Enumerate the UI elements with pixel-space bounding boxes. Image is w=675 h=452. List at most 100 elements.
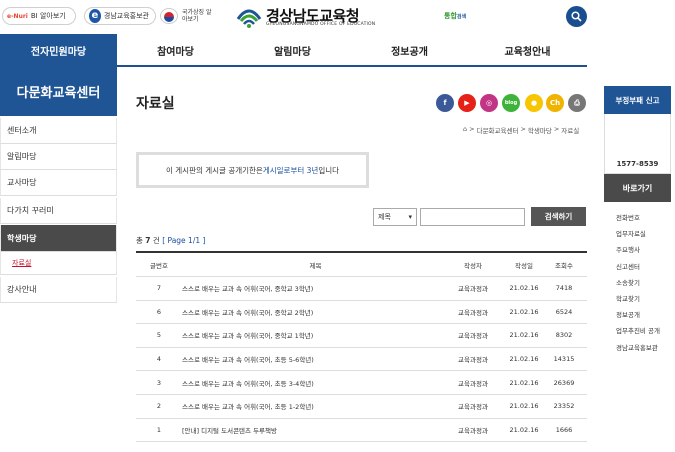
main-nav: 전자민원마당 참여마당 알림마당 정보공개 교육청안내: [0, 34, 587, 67]
table-row[interactable]: 3 스스로 배우는 교과 속 어휘(국어, 초등 3-4학년) 교육과정과 21.02…: [136, 371, 587, 395]
shortcut-link[interactable]: 정보공개: [616, 309, 640, 319]
row-title[interactable]: 스스로 배우는 교과 속 어휘(국어, 중학교 2학년): [182, 301, 313, 324]
row-no: 2: [156, 402, 162, 411]
row-writer: 교육과정과: [458, 356, 488, 365]
blog-icon[interactable]: blog: [502, 94, 520, 112]
report-phone: 1577-8539: [616, 160, 659, 168]
page-info: [ Page 1/1 ]: [162, 236, 206, 245]
side-item-instructor[interactable]: 강사안내: [0, 277, 117, 303]
breadcrumb-sep: >: [469, 125, 475, 133]
table-row[interactable]: 1 [안내] 디지털 도서콘텐츠 두루책방 교육과정과 21.02.16 1666: [136, 419, 587, 443]
table-row[interactable]: 4 스스로 배우는 교과 속 어휘(국어, 초등 5-6학년) 교육과정과 21.02…: [136, 348, 587, 372]
shortcut-link[interactable]: 신고센터: [616, 261, 640, 271]
facebook-icon[interactable]: f: [436, 94, 454, 112]
board-table: 글번호 제목 작성자 작성일 조회수 7 스스로 배우는 교과 속 어휘(국어, …: [136, 251, 587, 443]
shortcut-link[interactable]: 학교찾기: [616, 293, 640, 303]
row-date: 21.02.16: [509, 402, 539, 411]
site-logo[interactable]: 경상남도교육청 GYEONGSANGNAMDO OFFICE OF EDUCAT…: [236, 5, 381, 29]
breadcrumb-sep: >: [520, 125, 526, 133]
integrated-search-label-a: 통합: [444, 12, 457, 20]
col-writer-header: 작성자: [464, 261, 482, 270]
row-date: 21.02.16: [509, 307, 539, 316]
row-date: 21.02.16: [509, 331, 539, 340]
promo-hall-label: 경남교육홍보관: [103, 12, 149, 20]
side-item-teacher[interactable]: 교사마당: [0, 170, 117, 196]
home-icon[interactable]: ⌂: [463, 125, 467, 135]
shortcut-link[interactable]: 주요행사: [616, 244, 640, 254]
search-input[interactable]: [420, 208, 525, 226]
table-header: 글번호 제목 작성자 작성일 조회수: [136, 253, 587, 277]
row-writer: 교육과정과: [458, 308, 488, 317]
nav-notice[interactable]: 알림마당: [234, 34, 351, 67]
row-views: 26369: [553, 378, 575, 387]
bi-link[interactable]: e-Nuri BI 알아보기: [2, 7, 76, 25]
side-item-center-intro[interactable]: 센터소개: [0, 118, 117, 144]
breadcrumb: ⌂ > 다문화교육센터 > 학생마당 > 자료실: [463, 125, 579, 135]
row-views: 14315: [553, 355, 575, 364]
row-no: 3: [156, 378, 162, 387]
kakao-icon[interactable]: ●: [525, 94, 543, 112]
row-date: 21.02.16: [509, 355, 539, 364]
row-date: 21.02.16: [509, 284, 539, 293]
logo-mark-icon: [236, 9, 262, 28]
search-icon: [571, 11, 582, 22]
side-item-student[interactable]: 학생마당: [0, 225, 117, 252]
breadcrumb-item[interactable]: 학생마당: [528, 125, 552, 135]
table-row[interactable]: 2 스스로 배우는 교과 속 어휘(국어, 초등 1-2학년) 교육과정과 21.02…: [136, 395, 587, 419]
side-subitem-archive[interactable]: 자료실: [0, 252, 117, 275]
chevron-down-icon: ▾: [408, 213, 412, 221]
shortcut-link[interactable]: 업무추진비 공개: [616, 325, 660, 335]
youtube-icon[interactable]: ▶: [458, 94, 476, 112]
row-no: 7: [156, 284, 162, 293]
retention-notice: 이 게시판의 게시글 공개기한은 게시일로부터 3년 입니다: [136, 152, 369, 188]
shortcut-link[interactable]: 경남교육홍보관: [616, 342, 658, 352]
row-title[interactable]: 스스로 배우는 교과 속 어휘(국어, 초등 3-4학년): [182, 371, 314, 394]
corruption-report-title[interactable]: 부정부패 신고: [604, 86, 671, 114]
breadcrumb-sep: >: [553, 125, 560, 133]
table-row[interactable]: 6 스스로 배우는 교과 속 어휘(국어, 중학교 2학년) 교육과정과 21.02.…: [136, 301, 587, 325]
kakao-channel-icon[interactable]: Ch: [546, 94, 564, 112]
row-no: 1: [156, 425, 162, 434]
nav-info-disclosure[interactable]: 정보공개: [351, 34, 468, 67]
row-title[interactable]: 스스로 배우는 교과 속 어휘(국어, 초등 1-2학년): [182, 395, 314, 418]
count-pre: 총: [136, 236, 146, 245]
row-writer: 교육과정과: [458, 426, 488, 435]
nav-participation[interactable]: 참여마당: [117, 34, 234, 67]
search-submit-button[interactable]: 검색하기: [531, 207, 586, 226]
nav-office-guide[interactable]: 교육청안내: [468, 34, 587, 67]
enuri-logo: e-Nuri: [7, 12, 28, 20]
row-no: 5: [156, 331, 162, 340]
nav-civil-petition[interactable]: 전자민원마당: [0, 34, 117, 67]
row-title[interactable]: [안내] 디지털 도서콘텐츠 두루책방: [182, 419, 277, 442]
national-symbol-link[interactable]: 국가상징 알아보기: [182, 9, 212, 23]
side-item-notice[interactable]: 알림마당: [0, 144, 117, 170]
integrated-search-link[interactable]: 통합검색: [444, 11, 466, 21]
row-no: 4: [156, 355, 162, 364]
shortcut-link[interactable]: 소송찾기: [616, 277, 640, 287]
row-views: 23352: [553, 402, 575, 411]
row-views: 8302: [555, 331, 573, 340]
row-views: 1666: [555, 425, 573, 434]
search-button[interactable]: [566, 6, 587, 27]
taegeuk-flag-icon[interactable]: [160, 8, 178, 24]
shortcut-link[interactable]: 업무자료실: [616, 228, 646, 238]
print-icon[interactable]: ⎙: [568, 94, 586, 112]
row-title[interactable]: 스스로 배우는 교과 속 어휘(국어, 중학교 1학년): [182, 324, 313, 347]
table-row[interactable]: 7 스스로 배우는 교과 속 어휘(국어, 중학교 3학년) 교육과정과 21.02.…: [136, 277, 587, 301]
side-item-bundle[interactable]: 다가치 꾸러미: [0, 198, 117, 224]
row-title[interactable]: 스스로 배우는 교과 속 어휘(국어, 중학교 3학년): [182, 277, 313, 300]
row-title[interactable]: 스스로 배우는 교과 속 어휘(국어, 초등 5-6학년): [182, 348, 314, 371]
side-menu-title: 다문화교육센터: [0, 67, 117, 116]
notice-text-post: 입니다: [318, 165, 340, 175]
table-row[interactable]: 5 스스로 배우는 교과 속 어휘(국어, 중학교 1학년) 교육과정과 21.02.…: [136, 324, 587, 348]
promo-hall-link[interactable]: e 경남교육홍보관: [84, 7, 156, 25]
col-views-header: 조회수: [555, 261, 573, 270]
search-field-select[interactable]: 제목 ▾: [373, 208, 417, 226]
e-icon: e: [89, 9, 101, 23]
breadcrumb-item[interactable]: 다문화교육센터: [477, 125, 519, 135]
shortcut-link[interactable]: 전화번호: [616, 212, 640, 222]
instagram-icon[interactable]: ◎: [480, 94, 498, 112]
bi-link-label: BI 알아보기: [30, 12, 66, 20]
row-writer: 교육과정과: [458, 285, 488, 294]
col-date-header: 작성일: [515, 261, 533, 270]
